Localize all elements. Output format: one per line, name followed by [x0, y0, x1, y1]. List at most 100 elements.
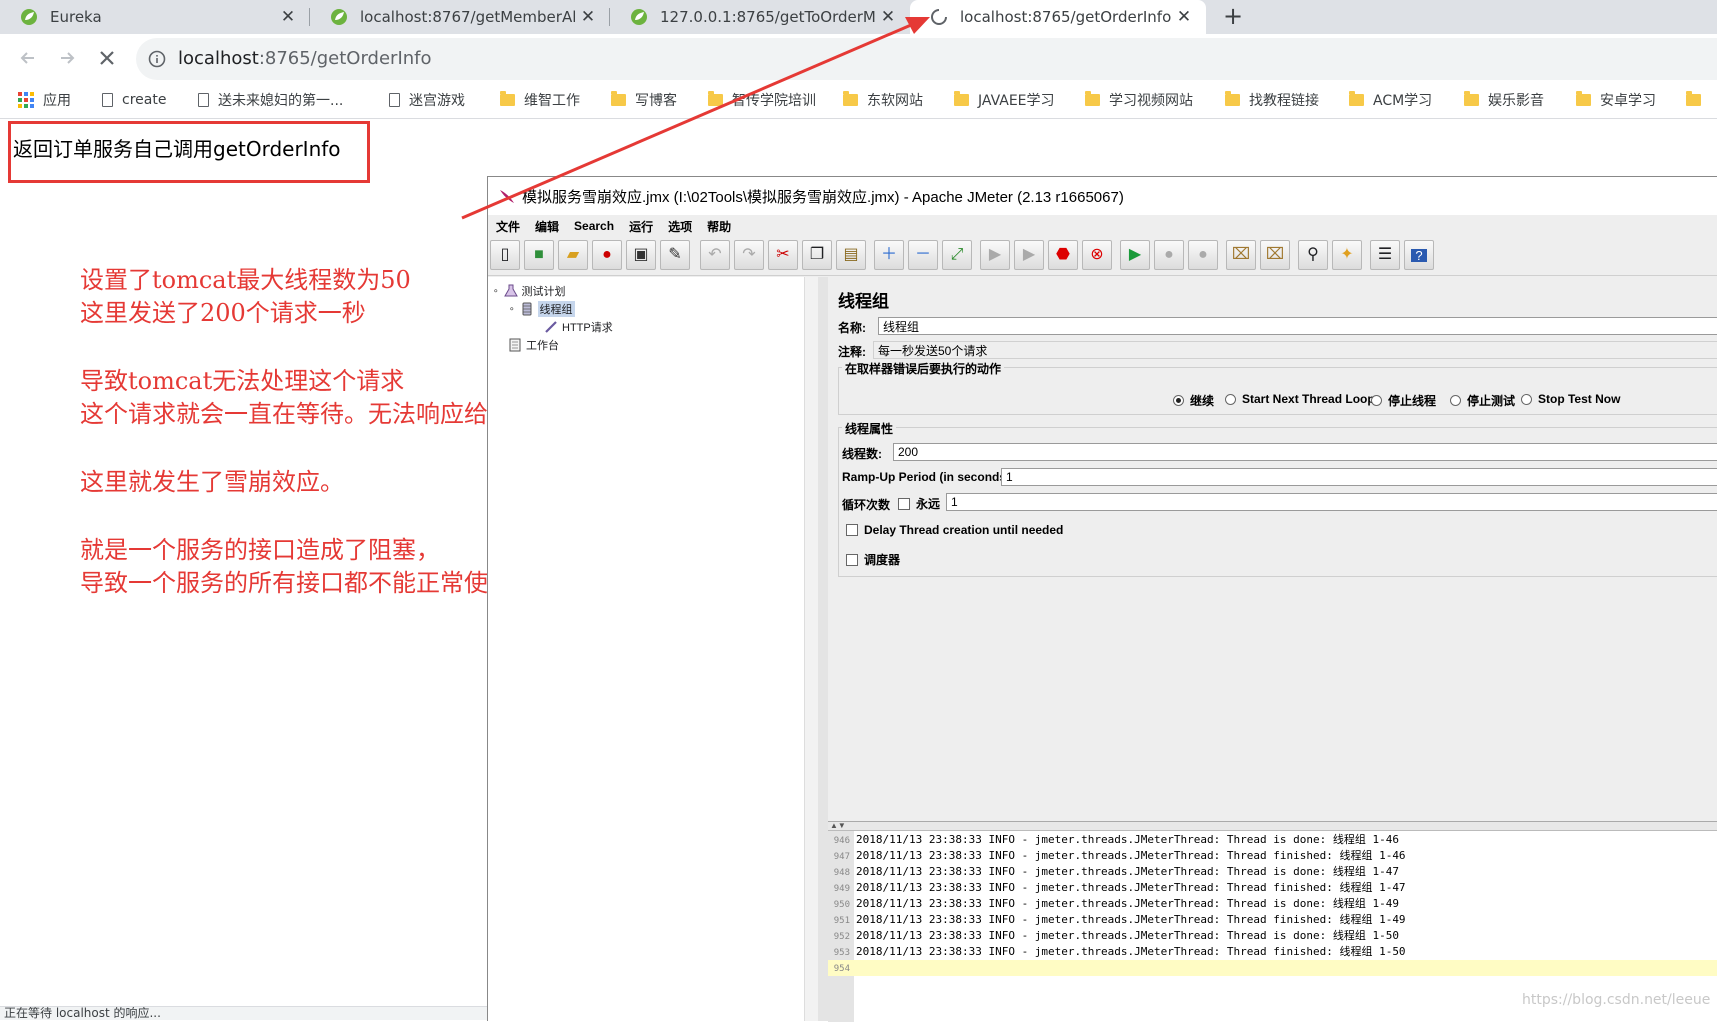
close-icon[interactable]: ✕: [276, 7, 300, 27]
radio-stop-test-now[interactable]: Stop Test Now: [1521, 392, 1620, 406]
bookmark-folder-training[interactable]: 智传学院培训: [708, 82, 816, 118]
bookmark-folder-videos[interactable]: 学习视频网站: [1085, 82, 1193, 118]
radio-start-next-loop[interactable]: Start Next Thread Loop: [1225, 392, 1375, 406]
window-title: 模拟服务雪崩效应.jmx (I:\02Tools\模拟服务雪崩效应.jmx) -…: [522, 188, 1124, 206]
start-icon[interactable]: ▶: [980, 240, 1010, 270]
templates-icon[interactable]: ■: [524, 240, 554, 270]
radio-stop-test[interactable]: 停止测试: [1450, 392, 1515, 409]
redo-icon[interactable]: ↷: [734, 240, 764, 270]
menu-edit[interactable]: 编辑: [535, 218, 559, 235]
expand-icon[interactable]: ＋: [874, 240, 904, 270]
save-icon[interactable]: ▣: [626, 240, 656, 270]
tab-title: Eureka: [50, 8, 102, 26]
tree-toggle-icon[interactable]: ⚬: [492, 286, 500, 297]
clear-icon[interactable]: ⌧: [1226, 240, 1256, 270]
log-line: 952 2018/11/13 23:38:33 INFO - jmeter.thr…: [833, 929, 1399, 942]
radio-selected-icon: [1173, 395, 1184, 406]
tree-scrollbar[interactable]: [804, 277, 819, 1021]
search-icon[interactable]: ⚲: [1298, 240, 1328, 270]
collapse-icon[interactable]: －: [908, 240, 938, 270]
menu-help[interactable]: 帮助: [707, 218, 731, 235]
undo-icon[interactable]: ↶: [700, 240, 730, 270]
toggle-icon[interactable]: ⤢: [942, 240, 972, 270]
open-folder-icon[interactable]: ▰: [558, 240, 588, 270]
bookmark-folder-acm[interactable]: ACM学习: [1349, 82, 1432, 118]
scheduler-checkbox[interactable]: 调度器: [846, 551, 900, 568]
close-file-icon[interactable]: ●: [592, 240, 622, 270]
bookmark-folder-work[interactable]: 维智工作: [500, 82, 580, 118]
clipboard-icon: [509, 338, 521, 352]
bookmark-folder-more[interactable]: [1686, 82, 1710, 118]
cut-icon[interactable]: ✂: [768, 240, 798, 270]
copy-icon[interactable]: ❐: [802, 240, 832, 270]
bookmark-apps[interactable]: 应用: [18, 82, 71, 118]
tree-node-test-plan[interactable]: ⚬ 测试计划: [492, 283, 566, 299]
new-file-icon[interactable]: ▯: [490, 240, 520, 270]
loop-count-field[interactable]: [946, 493, 1717, 511]
rampup-field[interactable]: [1001, 468, 1717, 486]
remote-stop-icon[interactable]: ●: [1154, 240, 1184, 270]
comment-field[interactable]: [873, 341, 1717, 359]
bookmark-folder-tutorials[interactable]: 找教程链接: [1225, 82, 1319, 118]
tab-getmemberall[interactable]: localhost:8767/getMemberAll ✕: [310, 0, 610, 34]
name-field[interactable]: [878, 317, 1717, 335]
folder-icon: [1464, 91, 1479, 106]
checkbox-icon: [898, 497, 910, 510]
page-icon: [102, 93, 113, 107]
shutdown-icon[interactable]: ⊗: [1082, 240, 1112, 270]
annotation-line: 设置了tomcat最大线程数为50: [80, 266, 411, 294]
info-icon[interactable]: [148, 50, 166, 68]
reset-search-icon[interactable]: ✦: [1332, 240, 1362, 270]
help-icon[interactable]: ?: [1404, 240, 1434, 270]
forward-button[interactable]: [51, 42, 83, 74]
bookmark-folder-media[interactable]: 娱乐影音: [1464, 82, 1544, 118]
back-button[interactable]: [12, 42, 44, 74]
radio-continue[interactable]: 继续: [1173, 392, 1214, 409]
radio-icon: [1450, 395, 1461, 406]
bookmark-create[interactable]: create: [102, 82, 166, 118]
tab-title: localhost:8765/getOrderInfo: [960, 8, 1172, 26]
stop-loading-button[interactable]: [91, 42, 123, 74]
tab-getorderinfo[interactable]: localhost:8765/getOrderInfo ✕: [910, 0, 1206, 34]
close-icon[interactable]: ✕: [876, 7, 900, 27]
function-helper-icon[interactable]: ☰: [1370, 240, 1400, 270]
tree-node-workbench[interactable]: 工作台: [508, 337, 559, 353]
tab-eureka[interactable]: Eureka ✕: [0, 0, 310, 34]
paste-icon[interactable]: ▤: [836, 240, 866, 270]
menu-file[interactable]: 文件: [496, 218, 520, 235]
menu-options[interactable]: 选项: [668, 218, 692, 235]
remote-start-icon[interactable]: ▶: [1120, 240, 1150, 270]
log-split-handle[interactable]: ▲▼: [828, 822, 1717, 831]
pipette-icon: [545, 321, 557, 333]
bookmark-gift[interactable]: 送未来媳妇的第一...: [198, 82, 343, 118]
threads-field[interactable]: [893, 443, 1717, 461]
bookmark-folder-blog[interactable]: 写博客: [611, 82, 677, 118]
tree-node-http-request[interactable]: HTTP请求: [544, 319, 613, 335]
menu-search[interactable]: Search: [574, 219, 614, 233]
test-plan-tree: ⚬ 测试计划 ⚬ 线程组 HTTP请求 工作台: [488, 277, 819, 1021]
tree-toggle-icon[interactable]: ⚬: [508, 304, 516, 315]
loading-spinner-icon: [931, 9, 947, 25]
new-tab-button[interactable]: +: [1218, 0, 1248, 34]
start-no-pauses-icon[interactable]: ▶: [1014, 240, 1044, 270]
threads-label: 线程数:: [842, 447, 882, 461]
tree-node-thread-group[interactable]: ⚬ 线程组: [508, 301, 575, 317]
remote-shutdown-icon[interactable]: ●: [1188, 240, 1218, 270]
radio-stop-thread[interactable]: 停止线程: [1371, 392, 1436, 409]
delay-thread-checkbox[interactable]: Delay Thread creation until needed: [846, 523, 1063, 537]
bookmark-folder-neusoft[interactable]: 东软网站: [843, 82, 923, 118]
clear-all-icon[interactable]: ⌧: [1260, 240, 1290, 270]
bookmark-folder-javaee[interactable]: JAVAEE学习: [954, 82, 1055, 118]
forever-checkbox[interactable]: 永远: [898, 495, 940, 512]
menu-run[interactable]: 运行: [629, 218, 653, 235]
close-icon[interactable]: ✕: [576, 7, 600, 27]
save-as-icon[interactable]: ✎: [660, 240, 690, 270]
bookmark-folder-android[interactable]: 安卓学习: [1576, 82, 1656, 118]
close-icon[interactable]: ✕: [1172, 7, 1196, 27]
stop-icon[interactable]: ⬣: [1048, 240, 1078, 270]
on-error-title: 在取样器错误后要执行的动作: [842, 360, 1005, 377]
address-bar[interactable]: localhost:8765/getOrderInfo: [136, 38, 1717, 80]
tab-gettoorder[interactable]: 127.0.0.1:8765/getToOrderMe ✕: [610, 0, 910, 34]
bookmark-maze[interactable]: 迷宫游戏: [389, 82, 465, 118]
annotation-line: 就是一个服务的接口造成了阻塞，: [80, 536, 440, 564]
